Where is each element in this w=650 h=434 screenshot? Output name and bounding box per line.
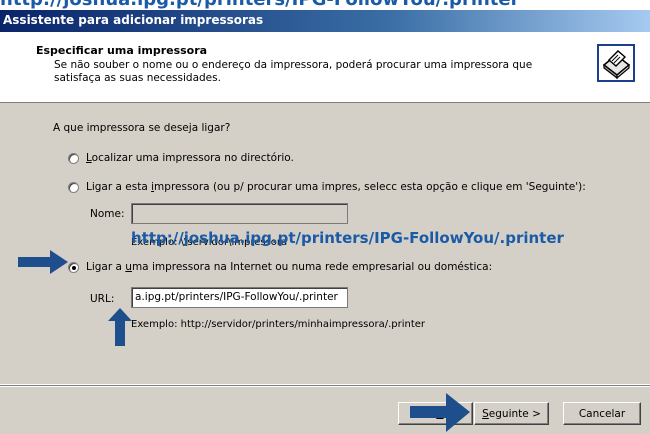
question-label: A que impressora se deseja ligar? xyxy=(53,122,231,134)
wizard-header: Especificar uma impressora Se não souber… xyxy=(0,32,650,103)
radio-button[interactable] xyxy=(68,152,79,164)
cancel-button[interactable]: Cancelar xyxy=(563,402,641,425)
next-button[interactable]: Seguinte > xyxy=(474,402,549,425)
arrow-up-icon xyxy=(108,308,132,346)
header-subtitle: Se não souber o nome ou o endereço da im… xyxy=(54,59,533,84)
name-input[interactable] xyxy=(131,203,348,224)
option-label: Ligar a esta impressora (ou p/ procurar … xyxy=(86,181,586,193)
arrow-right-icon xyxy=(18,250,68,274)
url-label: URL: xyxy=(90,293,115,305)
option-connect-internet[interactable]: Ligar a uma impressora na Internet ou nu… xyxy=(68,261,492,273)
option-label: Localizar uma impressora no directório. xyxy=(86,152,294,164)
radio-button-selected[interactable] xyxy=(68,261,79,273)
printer-wizard-icon xyxy=(597,44,635,82)
wizard-footer: < B Seguinte > Cancelar xyxy=(0,387,650,434)
url-input[interactable]: a.ipg.pt/printers/IPG-FollowYou/.printer xyxy=(131,287,348,308)
window-title: Assistente para adicionar impressoras xyxy=(3,13,264,27)
url-example: Exemplo: http://servidor/printers/minhai… xyxy=(131,319,426,330)
header-title: Especificar uma impressora xyxy=(36,44,208,57)
cropped-url-annotation: http://joshua.ipg.pt/printers/IPG-Follow… xyxy=(0,0,650,10)
cropped-url-text: http://joshua.ipg.pt/printers/IPG-Follow… xyxy=(0,0,520,10)
title-bar[interactable]: Assistente para adicionar impressoras xyxy=(0,10,650,32)
arrow-to-next-icon xyxy=(410,393,470,432)
option-connect-by-name[interactable]: Ligar a esta impressora (ou p/ procurar … xyxy=(68,181,586,193)
name-label: Nome: xyxy=(90,208,125,220)
option-label: Ligar a uma impressora na Internet ou nu… xyxy=(86,261,493,273)
url-annotation: http://joshua.ipg.pt/printers/IPG-Follow… xyxy=(131,229,564,247)
option-locate-in-directory[interactable]: Localizar uma impressora no directório. xyxy=(68,152,294,164)
radio-button[interactable] xyxy=(68,181,79,193)
